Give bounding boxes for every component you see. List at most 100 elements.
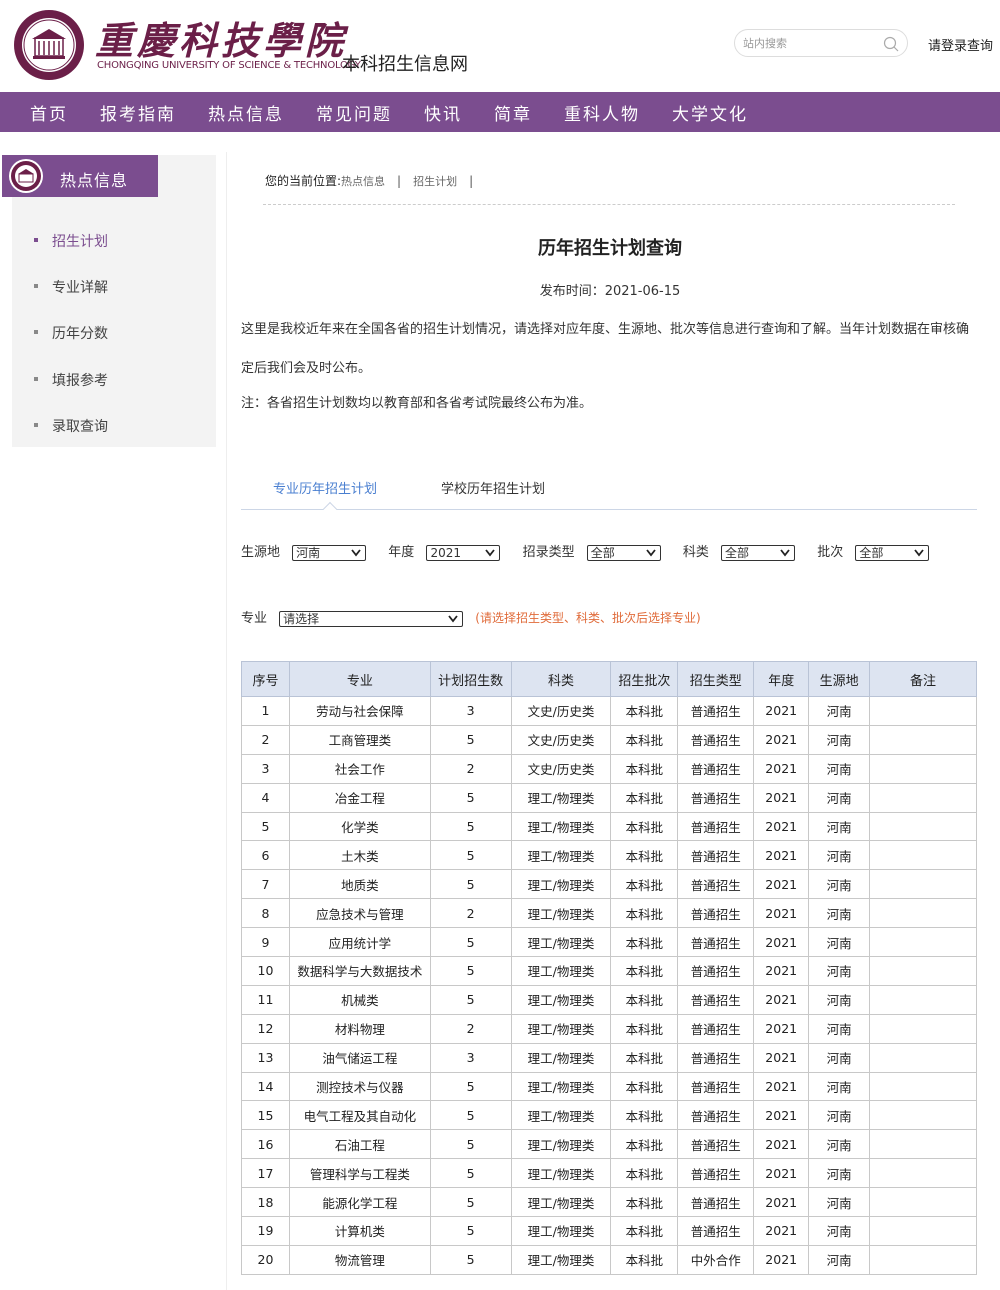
cell-type: 普通招生 [677,1158,755,1189]
cell-source: 河南 [808,1244,871,1275]
column-header-source: 生源地 [808,661,871,697]
search-icon[interactable] [883,36,899,52]
sidebar-item-admission-query[interactable]: 录取查询 [34,416,108,436]
sidebar-item-past-scores[interactable]: 历年分数 [34,323,108,343]
cell-index: 1 [241,696,290,726]
column-header-major: 专业 [288,661,431,697]
table-row: 11 机械类 5 理工/物理类 本科批 普通招生 2021 河南 [241,984,977,1015]
cell-major: 机械类 [288,984,431,1015]
tab-major-plan[interactable]: 专业历年招生计划 [273,478,377,497]
cell-plan-count: 5 [429,724,512,755]
cell-year: 2021 [753,927,810,958]
table-row: 18 能源化学工程 5 理工/物理类 本科批 普通招生 2021 河南 [241,1187,977,1218]
cell-year: 2021 [753,869,810,900]
chevron-down-icon [448,614,458,622]
nav-people[interactable]: 重科人物 [564,100,640,125]
table-row: 1 劳动与社会保障 3 文史/历史类 本科批 普通招生 2021 河南 [241,696,977,726]
subject-select-value: 全部 [725,545,750,560]
subject-select[interactable]: 全部 [721,544,796,561]
cell-plan-count: 5 [429,956,512,986]
sidebar: 热点信息 招生计划 专业详解 历年分数 填报参考 录取查询 [2,155,216,447]
cell-batch: 本科批 [610,696,679,726]
cell-year: 2021 [753,782,810,813]
cell-type: 普通招生 [677,984,755,1015]
tab-school-plan[interactable]: 学校历年招生计划 [441,478,545,497]
cell-major: 社会工作 [288,753,431,784]
university-name-logo[interactable]: 重慶科技學院 [95,10,347,65]
publish-date: 发布时间：2021-06-15 [539,284,681,299]
nav-news-flash[interactable]: 快讯 [424,100,462,125]
breadcrumb-item-admission-plan[interactable]: 招生计划 [413,175,457,188]
cell-source: 河南 [808,782,871,813]
year-select[interactable]: 2021 [426,544,501,561]
login-link[interactable]: 请登录查询 [928,35,993,54]
cell-major: 数据科学与大数据技术 [288,956,431,986]
cell-batch: 本科批 [610,1158,679,1189]
breadcrumb-separator: | [397,174,402,188]
cell-source: 河南 [808,753,871,784]
table-row: 5 化学类 5 理工/物理类 本科批 普通招生 2021 河南 [241,811,977,842]
cell-plan-count: 5 [429,811,512,842]
sidebar-item-admission-plan[interactable]: 招生计划 [34,231,108,251]
sidebar-item-application-reference[interactable]: 填报参考 [34,370,108,390]
site-header: 重慶科技學院 CHONGQING UNIVERSITY OF SCIENCE &… [0,0,1000,92]
intro-text: 这里是我校近年来在全国各省的招生计划情况，请选择对应年度、生源地、批次等信息进行… [241,322,970,376]
cell-source: 河南 [808,1129,871,1160]
nav-home[interactable]: 首页 [30,100,68,125]
cell-major: 应急技术与管理 [288,898,431,929]
batch-select-value: 全部 [859,545,884,560]
source-select[interactable]: 河南 [292,544,367,561]
column-header-plan-count: 计划招生数 [429,661,512,697]
sidebar-item-major-details[interactable]: 专业详解 [34,277,108,297]
source-label: 生源地 [241,545,281,560]
cell-type: 普通招生 [677,956,755,986]
cell-batch: 本科批 [610,811,679,842]
column-header-subject: 科类 [510,661,612,697]
table-row: 9 应用统计学 5 理工/物理类 本科批 普通招生 2021 河南 [241,927,977,958]
cell-batch: 本科批 [610,782,679,813]
cell-subject: 理工/物理类 [510,811,612,842]
cell-source: 河南 [808,1158,871,1189]
batch-select[interactable]: 全部 [855,544,930,561]
search-box [734,29,908,57]
cell-type: 普通招生 [677,753,755,784]
cell-subject: 理工/物理类 [510,782,612,813]
nav-application-guide[interactable]: 报考指南 [100,100,176,125]
cell-major: 土木类 [288,840,431,871]
cell-source: 河南 [808,1187,871,1218]
major-hint: (请选择招生类型、科类、批次后选择专业) [475,611,701,625]
cell-subject: 文史/历史类 [510,724,612,755]
major-select[interactable]: 请选择 [279,610,464,627]
nav-brochure[interactable]: 简章 [494,100,532,125]
cell-plan-count: 5 [429,869,512,900]
cell-source: 河南 [808,956,871,986]
nav-culture[interactable]: 大学文化 [672,100,748,125]
cell-source: 河南 [808,898,871,929]
breadcrumb-item-hot-info[interactable]: 热点信息 [341,175,385,188]
cell-subject: 理工/物理类 [510,1100,612,1131]
university-seal-icon[interactable] [12,8,86,82]
type-select[interactable]: 全部 [586,544,661,561]
cell-type: 普通招生 [677,840,755,871]
nav-faq[interactable]: 常见问题 [316,100,392,125]
filter-row: 生源地 河南 年度 2021 招录类型 全部 科类 全部 批次 全部 [241,541,930,561]
cell-batch: 本科批 [610,753,679,784]
nav-hot-info[interactable]: 热点信息 [208,100,284,125]
cell-subject: 理工/物理类 [510,1042,612,1073]
cell-year: 2021 [753,1042,810,1073]
table-row: 19 计算机类 5 理工/物理类 本科批 普通招生 2021 河南 [241,1216,977,1246]
chevron-down-icon [351,548,361,556]
site-name: 本科招生信息网 [342,54,468,75]
search-input[interactable] [743,30,873,56]
cell-index: 17 [241,1158,290,1189]
admission-plan-table: 序号 专业 计划招生数 科类 招生批次 招生类型 年度 生源地 备注 1 劳动与社… [241,661,977,1275]
cell-index: 16 [241,1129,290,1160]
cell-batch: 本科批 [610,898,679,929]
cell-type: 普通招生 [677,1216,755,1246]
cell-source: 河南 [808,811,871,842]
cell-index: 12 [241,1013,290,1044]
bullet-icon [34,284,38,288]
table-row: 6 土木类 5 理工/物理类 本科批 普通招生 2021 河南 [241,840,977,871]
cell-source: 河南 [808,840,871,871]
cell-batch: 本科批 [610,1216,679,1246]
